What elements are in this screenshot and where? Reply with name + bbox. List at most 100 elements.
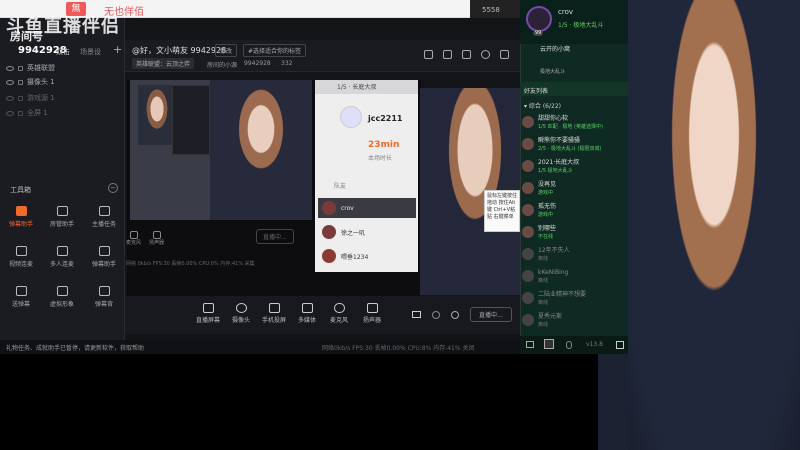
mini-link[interactable]: 房间的小源	[207, 60, 237, 69]
tool-host-tasks[interactable]: 主播任务	[87, 206, 121, 236]
share-network-icon[interactable]	[500, 50, 509, 59]
lock-icon[interactable]	[18, 65, 23, 71]
live-status-button[interactable]: 直播中...	[470, 307, 512, 322]
source-label: 全屏 1	[27, 109, 48, 117]
modify-button[interactable]: 修改	[215, 44, 238, 57]
friend-item[interactable]: 2021·长庭大叔 1/5 极地大乱斗	[522, 158, 626, 180]
nested-speaker: 扬声器	[149, 230, 164, 246]
screen-capture-button[interactable]: 直播屏幕	[196, 303, 220, 324]
friend-group-header[interactable]: ▾ 综合 (6/22)	[524, 101, 561, 110]
media-button[interactable]: 多媒体	[298, 303, 316, 324]
card-minutes: 23min	[368, 140, 400, 150]
eye-icon[interactable]	[6, 95, 14, 101]
camera-button[interactable]: 摄像头	[232, 303, 250, 324]
tool-room-admin[interactable]: 房管助手	[45, 206, 79, 236]
friend-item[interactable]: 没再见 游戏中	[522, 180, 626, 202]
phone-icon	[268, 303, 280, 313]
gift-icon[interactable]	[424, 50, 433, 59]
avatar	[322, 249, 336, 263]
phone-cast-button[interactable]: 手机投屏	[262, 303, 286, 324]
source-row[interactable]: 英雄联盟	[6, 62, 55, 74]
task-icon	[98, 206, 110, 216]
tab-dual[interactable]: 双击	[56, 47, 70, 57]
mic-icon	[129, 230, 138, 239]
tool-video-link[interactable]: 视频连麦	[4, 246, 38, 276]
collapse-icon[interactable]: −	[108, 183, 118, 193]
lock-icon[interactable]	[18, 110, 23, 116]
avatar	[322, 225, 336, 239]
friend-item[interactable]: 瞬熊你不要骚骚 2/5 · 极地大乱斗 (极限双城)	[522, 136, 626, 158]
card-avatar	[340, 106, 362, 128]
eye-icon[interactable]	[6, 79, 14, 85]
version-label: v13.8	[586, 341, 603, 348]
lock-icon[interactable]	[443, 50, 452, 59]
add-icon[interactable]: +	[113, 43, 122, 56]
friend-item[interactable]: 甜甜你心软 1/5 匹配 · 极地 (英雄选择中)	[522, 114, 626, 136]
friend-item[interactable]: 孤无伤 游戏中	[522, 202, 626, 224]
bottom-toolbar	[125, 296, 520, 334]
eye-icon[interactable]	[6, 65, 14, 71]
tab-scene[interactable]: 场景设	[80, 47, 101, 57]
source-row[interactable]: 摄像头 1	[6, 76, 55, 88]
chat-icon[interactable]	[526, 341, 534, 348]
eye-icon[interactable]	[6, 110, 14, 116]
level-badge: 99	[533, 30, 544, 36]
microphone-button[interactable]: 麦克风	[330, 303, 348, 324]
friends-list-title: 好友列表	[524, 88, 549, 95]
category-chip[interactable]: 英雄联盟：云顶之弈	[132, 58, 195, 69]
lock-icon[interactable]	[18, 79, 23, 85]
player-card[interactable]	[315, 80, 418, 272]
source-label: 游戏源 1	[27, 94, 55, 102]
greeting-text: @好，文小萌友 9942928	[132, 46, 227, 55]
friend-item[interactable]: 别哪些 不在线	[522, 224, 626, 246]
source-row[interactable]: 全屏 1	[6, 107, 48, 119]
avatar	[522, 292, 534, 304]
card-minutes-label: 本场时长	[368, 155, 393, 162]
tool-danmu-assistant[interactable]: 弹幕助手	[4, 206, 38, 236]
snapshot-icon[interactable]	[432, 311, 440, 319]
avatar	[522, 314, 534, 326]
lock-icon[interactable]	[616, 341, 624, 349]
avatar-icon	[56, 286, 68, 296]
lock-icon[interactable]	[18, 95, 23, 101]
source-row[interactable]: 游戏源 1	[6, 92, 55, 104]
source-label: 摄像头 1	[27, 78, 55, 86]
tool-send-danmu[interactable]: 送弹幕	[4, 286, 38, 316]
friend-item[interactable]: 12年不失人 离线	[522, 246, 626, 268]
settings-icon[interactable]	[451, 311, 459, 319]
danmu-icon	[15, 206, 27, 216]
profile-username: crov	[558, 8, 573, 16]
share-icon[interactable]	[462, 50, 471, 59]
webcam-image	[628, 0, 800, 450]
avatar	[522, 226, 534, 238]
watermark-subtitle: 房间号	[10, 30, 43, 43]
card-row[interactable]: 徐之一叽	[318, 222, 416, 242]
tool-avatar[interactable]: 虚拟形象	[45, 286, 79, 316]
user-icon	[56, 206, 68, 216]
tool-danmu-assistant-2[interactable]: 弹幕助手	[87, 246, 121, 276]
card-row[interactable]: crov	[318, 198, 416, 218]
avatar	[522, 116, 534, 128]
tag-chip[interactable]: #选择适合你的标签	[243, 44, 307, 57]
friend-item[interactable]: 二陆业精神不想要 离线	[522, 290, 626, 312]
avatar[interactable]	[526, 6, 552, 32]
status-stats: 网络0kb/s FPS:30 丢帧0.00% CPU:8% 内存:41% 关闭	[322, 345, 475, 352]
friends-app-footer	[520, 336, 628, 354]
inventory-icon[interactable]	[544, 339, 554, 349]
friend-item[interactable]: kKeNiBing 离线	[522, 268, 626, 290]
tool-multi-link[interactable]: 多人连麦	[45, 246, 79, 276]
card-username: jcc2211	[368, 114, 403, 123]
speaker-button[interactable]: 扬声器	[363, 303, 381, 324]
bell-icon[interactable]	[481, 50, 490, 59]
card-row[interactable]: 喂垂1234	[318, 246, 416, 266]
tooltip: 鼠标左键按住拖动 按住Alt键 Ctrl+V粘贴 右键菜单	[484, 190, 520, 232]
status-notice[interactable]: 礼物任务、成就助手已暂停，请更新软件，获取帮助	[6, 343, 144, 352]
mic-icon[interactable]	[566, 341, 572, 349]
nested-status: 网络 0kb/s FPS:30 丢帧0.00% CPU:0% 内存:41% 采集	[126, 261, 255, 267]
monitor-icon	[202, 303, 214, 313]
speaker-icon	[366, 303, 378, 313]
tool-danmu-bg[interactable]: 弹幕背	[87, 286, 121, 316]
card-title: 1/5 · 长庭大叔	[337, 84, 377, 91]
record-icon[interactable]	[412, 311, 421, 318]
friend-item[interactable]: 夏秀元斯 离线	[522, 312, 626, 334]
